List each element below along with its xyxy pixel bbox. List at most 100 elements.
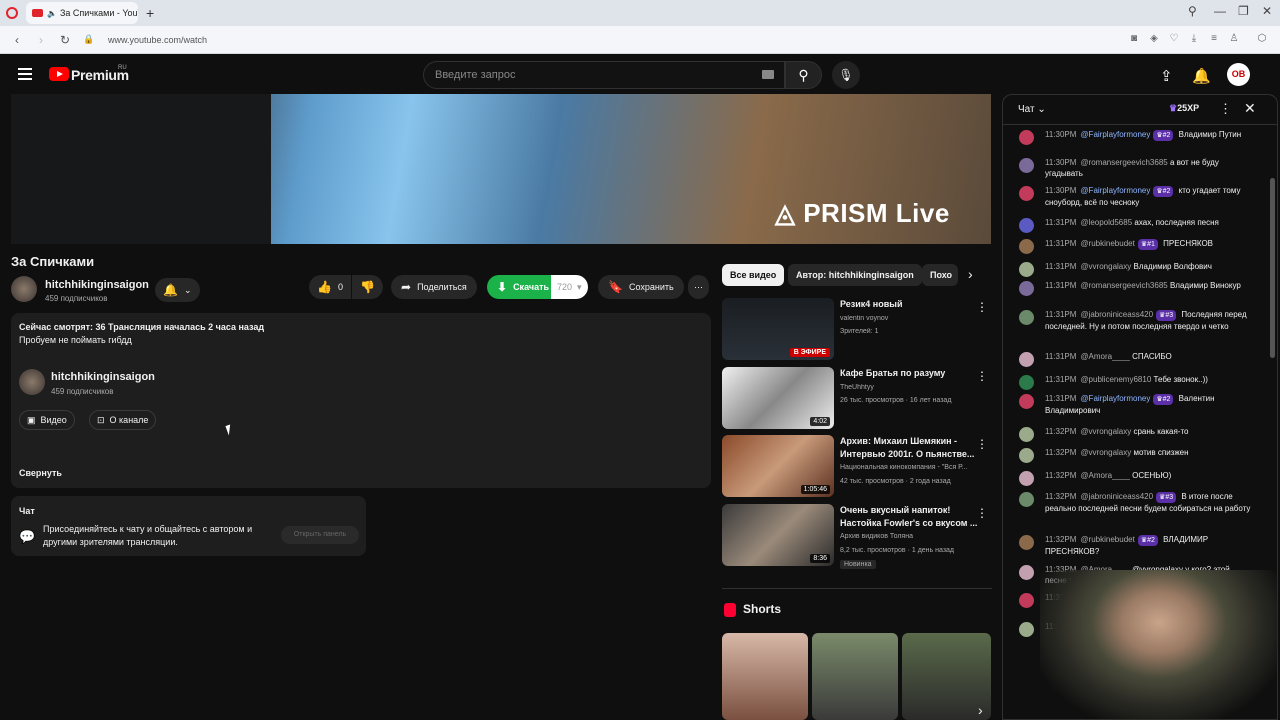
filters-next-chevron-icon[interactable]: › [968,266,973,282]
chat-mode-select[interactable]: Чат ⌄ [1018,104,1046,115]
chat-user-avatar[interactable] [1019,427,1034,442]
menu-icon[interactable]: ≡ [1208,33,1220,45]
chat-username[interactable]: @Fairplayformoney [1080,394,1150,403]
search-button[interactable]: ⚲ [785,61,822,89]
video-title[interactable]: Очень вкусный напиток! Настойка Fowler's… [840,504,980,530]
chat-user-avatar[interactable] [1019,394,1034,409]
upload-icon[interactable]: ⇪ [1160,67,1173,85]
video-channel[interactable]: Национальная кинокомпания - "Вся Р... [840,464,988,471]
chat-username[interactable]: @leopold5685 [1080,218,1132,227]
chat-user-avatar[interactable] [1019,565,1034,580]
chat-username[interactable]: @publicenemy6810 [1080,375,1151,384]
hamburger-menu-icon[interactable] [18,68,32,80]
chat-user-avatar[interactable] [1019,471,1034,486]
chat-user-avatar[interactable] [1019,281,1034,296]
related-video[interactable]: 4:02 Кафе Братья по разуму TheUhhtyy 26 … [722,367,992,431]
chat-user-avatar[interactable] [1019,352,1034,367]
collapse-description-button[interactable]: Свернуть [19,468,62,478]
share-button[interactable]: ➦ Поделиться [391,275,477,299]
reload-icon[interactable]: ↻ [58,33,72,47]
video-thumbnail[interactable]: 1:05:46 [722,435,834,497]
video-thumbnail[interactable]: 8:36 [722,504,834,566]
more-vertical-icon[interactable]: ⋮ [976,369,988,383]
chat-user-avatar[interactable] [1019,239,1034,254]
xp-badge[interactable]: ♛25XP [1169,103,1199,114]
keyboard-icon[interactable] [762,70,774,79]
chat-scrollbar[interactable] [1270,178,1275,358]
short-thumbnail[interactable] [722,633,808,720]
chat-username[interactable]: @Fairplayformoney [1080,186,1150,195]
download-button[interactable]: ⬇ Скачать [487,275,560,299]
shield-icon[interactable]: ◈ [1148,33,1160,45]
shorts-next-chevron-icon[interactable]: › [978,702,983,718]
description-channel-name[interactable]: hitchhikinginsaigon [51,371,155,383]
chat-username[interactable]: @romansergeevich3685 [1080,158,1167,167]
chat-user-avatar[interactable] [1019,535,1034,550]
dislike-button[interactable]: 👎 [352,275,383,299]
description-channel-avatar[interactable] [19,369,45,395]
download-quality-select[interactable]: 720 ▾ [551,275,588,299]
close-window-button[interactable]: ✕ [1262,4,1272,18]
microphone-icon[interactable]: 🎙 [832,61,860,89]
chat-username[interactable]: @vvrongalaxy [1080,262,1131,271]
filter-similar[interactable]: Похо [922,264,958,286]
filter-all-videos[interactable]: Все видео [722,264,785,286]
chat-username[interactable]: @rubkinebudet [1080,535,1134,544]
chat-user-avatar[interactable] [1019,375,1034,390]
chat-user-avatar[interactable] [1019,310,1034,325]
back-icon[interactable]: ‹ [10,33,24,47]
channel-videos-button[interactable]: ▣ Видео [19,410,75,430]
video-thumbnail[interactable]: В ЭФИРЕ [722,298,834,360]
more-vertical-icon[interactable]: ⋮ [1219,101,1232,117]
video-title[interactable]: Резик4 новый [840,298,980,311]
video-channel[interactable]: valentin voynov [840,315,988,322]
more-vertical-icon[interactable]: ⋮ [976,506,988,520]
browser-tab-active[interactable]: 🔈 За Спичками - YouTube × [26,2,138,24]
video-thumbnail[interactable]: 4:02 [722,367,834,429]
account-avatar[interactable]: OB [1227,63,1250,86]
minimize-button[interactable]: — [1214,4,1226,18]
chat-user-avatar[interactable] [1019,448,1034,463]
chat-username[interactable]: @Amora____ [1080,471,1129,480]
chat-username[interactable]: @romansergeevich3685 [1080,281,1167,290]
filter-author[interactable]: Автор: hitchhikinginsaigon [788,264,922,286]
channel-about-button[interactable]: ⊡ О канале [89,410,157,430]
chat-user-avatar[interactable] [1019,622,1034,637]
search-input[interactable]: Введите запрос [423,61,785,89]
chat-username[interactable]: @vvrongalaxy [1080,448,1131,457]
extensions-icon[interactable]: ⬡ [1256,33,1268,45]
chat-user-avatar[interactable] [1019,262,1034,277]
video-title[interactable]: Архив: Михаил Шемякин - Интервью 2001г. … [840,435,980,461]
notifications-bell-icon[interactable]: 🔔 [1192,67,1211,85]
more-actions-button[interactable]: ⋯ [688,275,709,299]
related-video[interactable]: 1:05:46 Архив: Михаил Шемякин - Интервью… [722,435,992,499]
description-box[interactable]: Сейчас смотрят: 36 Трансляция началась 2… [11,313,711,488]
related-video[interactable]: 8:36 Очень вкусный напиток! Настойка Fow… [722,504,992,569]
chat-user-avatar[interactable] [1019,158,1034,173]
open-chat-panel-button[interactable]: Открыть панель [281,526,359,544]
related-video[interactable]: В ЭФИРЕ Резик4 новый valentin voynov Зри… [722,298,992,362]
chat-user-avatar[interactable] [1019,218,1034,233]
close-chat-icon[interactable]: ✕ [1244,100,1256,117]
chat-user-avatar[interactable] [1019,593,1034,608]
url-field[interactable]: www.youtube.com/watch [108,35,207,45]
short-thumbnail[interactable] [812,633,898,720]
search-tabs-icon[interactable]: ⚲ [1188,4,1197,18]
video-channel[interactable]: Архив видиков Толяна [840,533,988,540]
chat-user-avatar[interactable] [1019,492,1034,507]
chat-username[interactable]: @jabroniniceass420 [1080,492,1153,501]
video-player[interactable]: ◬ PRISM Live [11,94,991,244]
opera-menu-icon[interactable] [6,7,18,19]
new-tab-button[interactable]: + [146,5,154,21]
video-title[interactable]: Кафе Братья по разуму [840,367,980,380]
like-button[interactable]: 👍 0 [309,275,351,299]
forward-icon[interactable]: › [34,33,48,47]
chat-username[interactable]: @Amora____ [1080,352,1129,361]
channel-name[interactable]: hitchhikinginsaigon [45,279,149,291]
chat-username[interactable]: @jabroniniceass420 [1080,310,1153,319]
video-channel[interactable]: TheUhhtyy [840,384,988,391]
download-icon[interactable]: ⤓ [1188,33,1200,45]
speaker-icon[interactable]: 🔈 [47,9,57,18]
profile-icon[interactable]: ♙ [1228,33,1240,45]
chat-username[interactable]: @rubkinebudet [1080,239,1134,248]
